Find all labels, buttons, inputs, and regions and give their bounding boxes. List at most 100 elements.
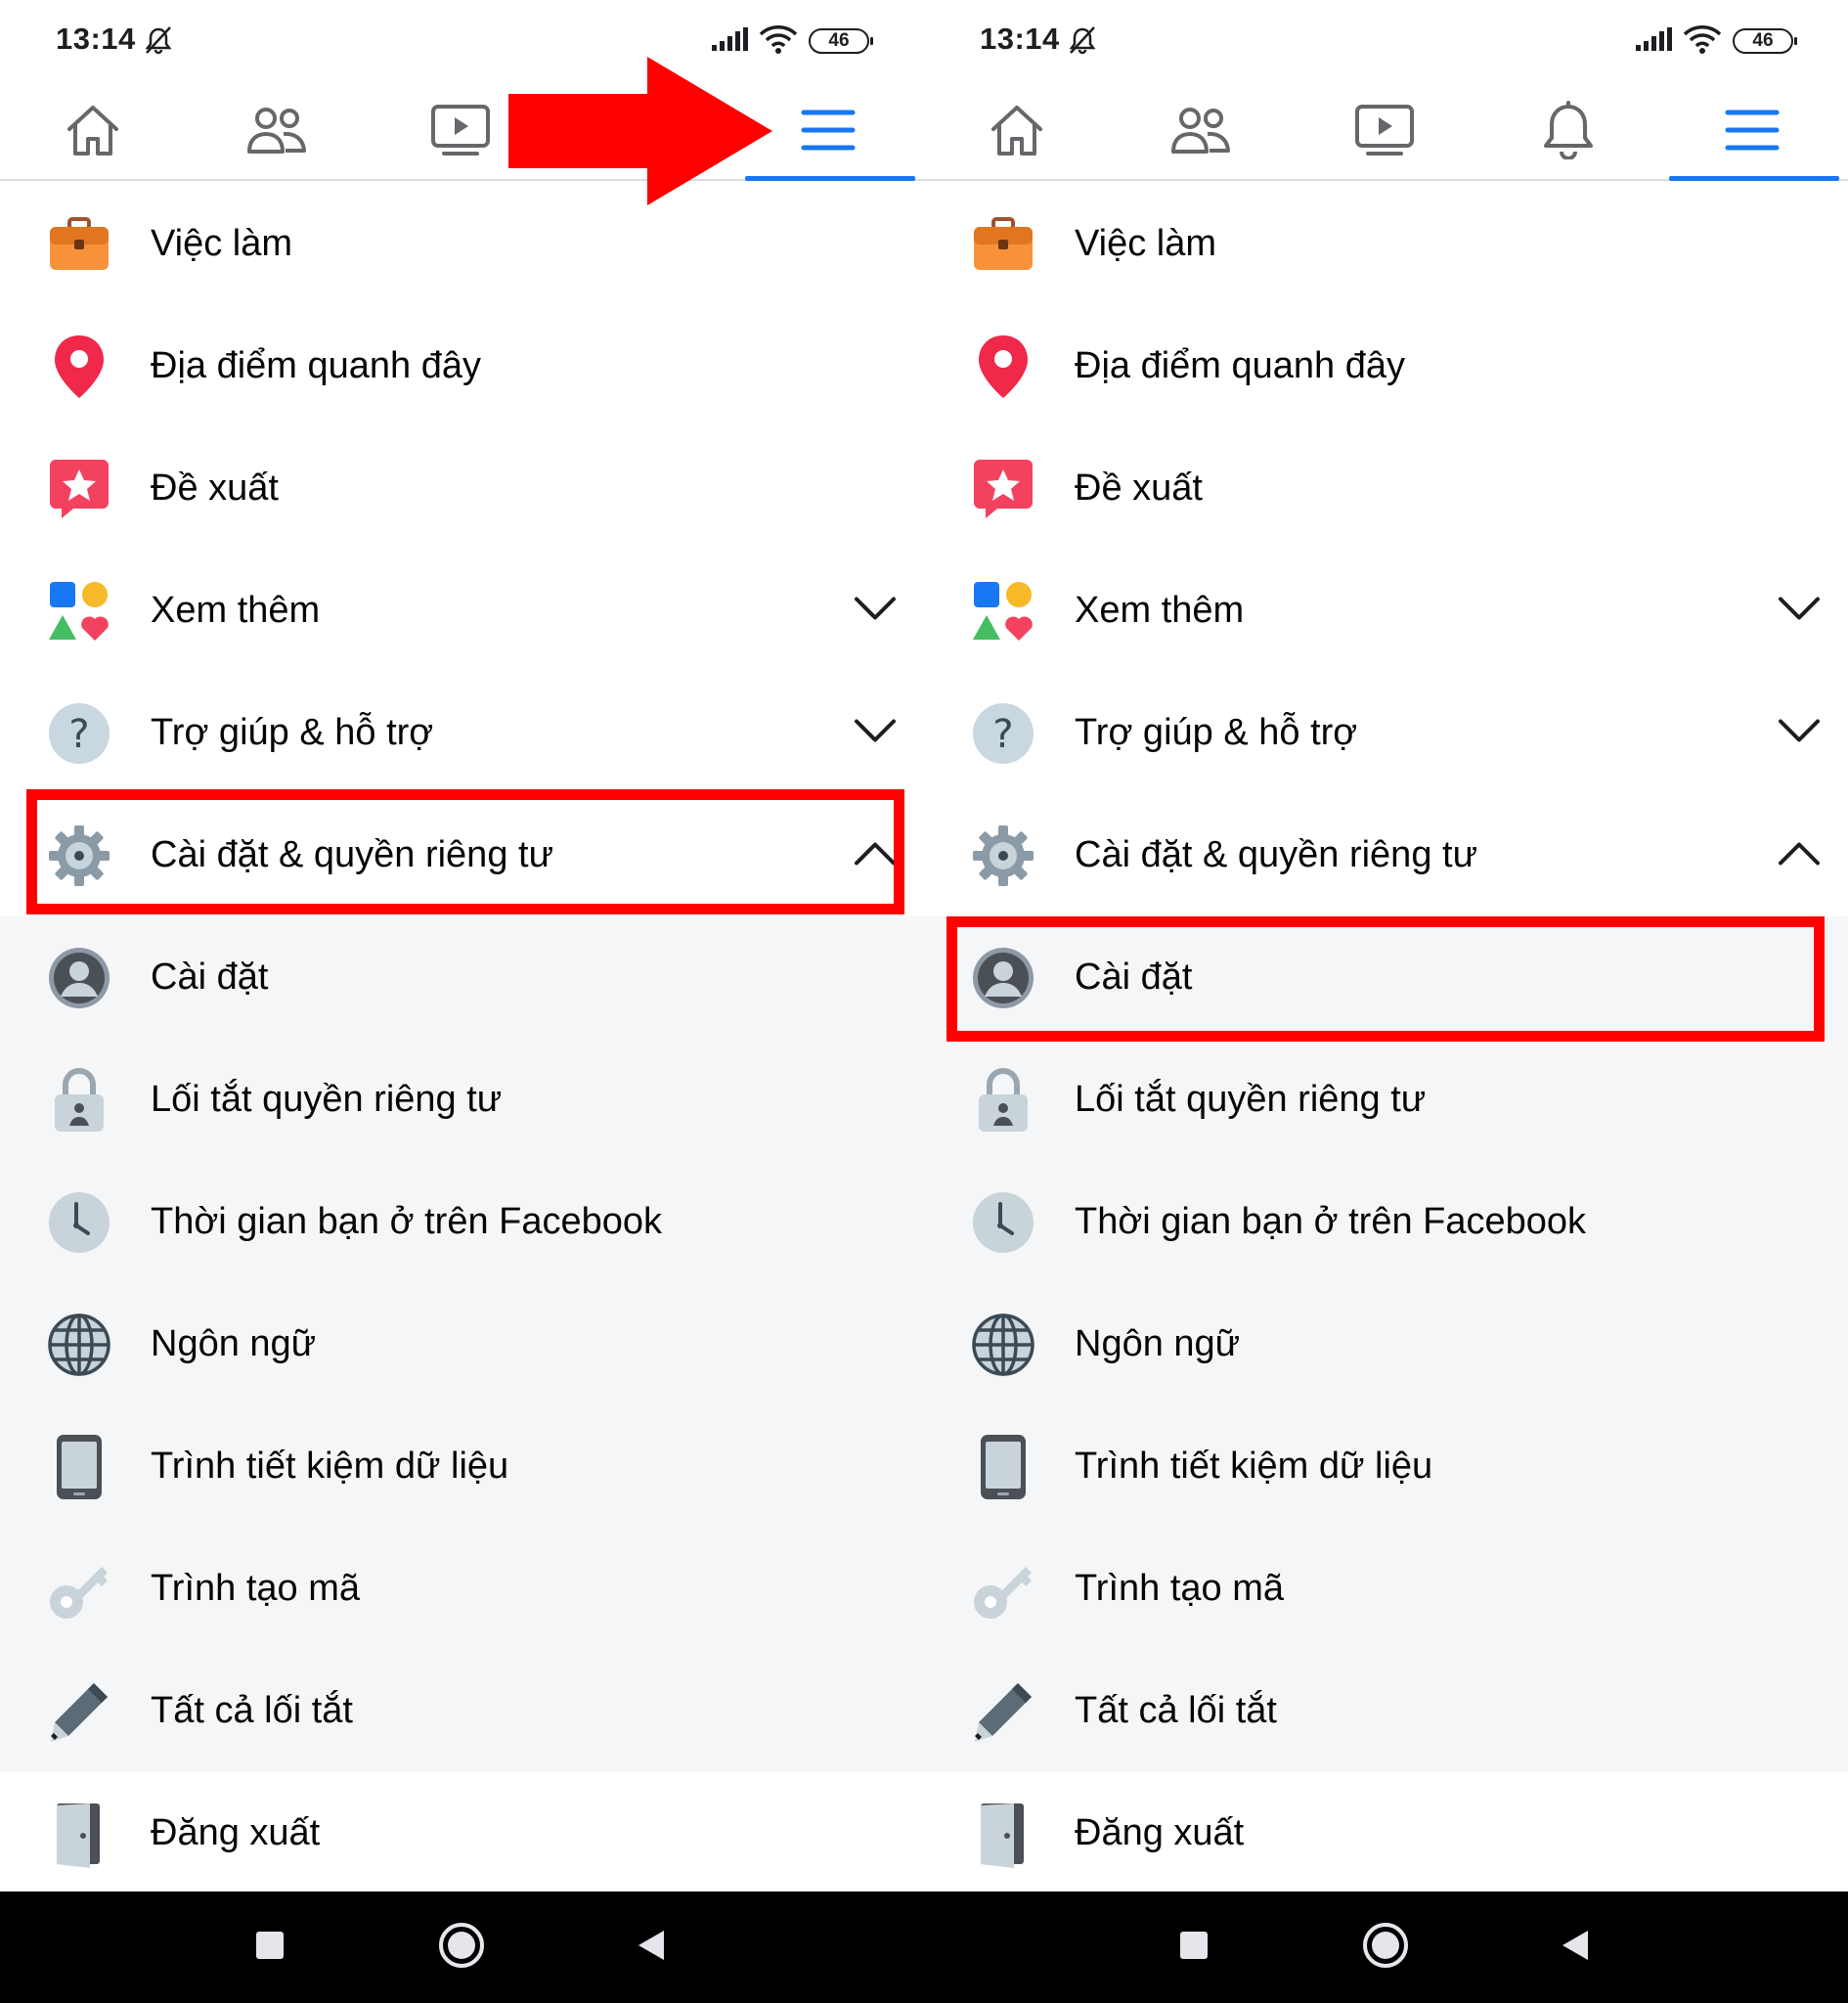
phone-icon [971,1434,1035,1499]
menu-item-code-generator[interactable]: Trình tạo mã [924,1528,1848,1650]
tutorial-screenshot: 13:14 46 Việc làm Địa điểm quanh đây Đề … [0,0,1848,2003]
globe-icon [971,1313,1035,1377]
bell-icon [1541,100,1596,164]
location-pin-icon [47,334,111,399]
square-icon [1179,1931,1209,1965]
chevron-down-icon [1778,596,1821,626]
svg-text:?: ? [992,712,1013,757]
square-icon [255,1931,285,1965]
menu-label: Thời gian bạn ở trên Facebook [1075,1201,1587,1242]
menu-item-help[interactable]: ? Trợ giúp & hỗ trợ [924,672,1848,794]
lock-icon [971,1067,1035,1133]
menu-label: Ngôn ngữ [1075,1323,1241,1364]
top-tab-bar [924,83,1848,181]
help-icon: ? [971,701,1035,766]
recent-apps-button[interactable] [1155,1892,1233,2003]
menu-item-data-saver[interactable]: Trình tiết kiệm dữ liệu [924,1405,1848,1528]
home-icon [64,102,122,163]
back-button[interactable] [612,1892,690,2003]
wifi-icon [759,24,798,59]
menu-item-language[interactable]: Ngôn ngữ [924,1283,1848,1405]
home-tab[interactable] [963,95,1071,169]
menu-label: Trợ giúp & hỗ trợ [1075,712,1358,753]
menu-tab[interactable] [1698,95,1806,169]
friends-tab[interactable] [223,95,330,169]
menu-tab[interactable] [774,95,882,169]
recent-apps-button[interactable] [231,1892,309,2003]
pencil-icon [47,1679,111,1744]
status-bar: 13:14 46 [924,0,1848,83]
menu-list: Việc làm Địa điểm quanh đây Đề xuất Xem … [0,183,924,1892]
menu-item-logout[interactable]: Đăng xuất [0,1772,924,1892]
red-arrow-annotation [508,57,772,205]
menu-item-settings-privacy[interactable]: Cài đặt & quyền riêng tư [924,794,1848,916]
briefcase-icon [971,212,1035,277]
menu-item-help[interactable]: ? Trợ giúp & hỗ trợ [0,672,924,794]
watch-tab[interactable] [407,95,514,169]
signal-icon [1636,27,1673,56]
phone-icon [47,1434,111,1499]
menu-item-nearby[interactable]: Địa điểm quanh đây [924,305,1848,427]
help-icon: ? [47,701,111,766]
menu-label: Lối tắt quyền riêng tư [151,1079,503,1120]
menu-item-privacy-shortcuts[interactable]: Lối tắt quyền riêng tư [0,1039,924,1161]
active-tab-indicator [1669,176,1839,181]
watch-icon [430,103,491,162]
pencil-icon [971,1679,1035,1744]
menu-label: Tất cả lối tắt [151,1690,353,1731]
menu-item-see-more[interactable]: Xem thêm [924,550,1848,672]
menu-label: Đăng xuất [1075,1812,1245,1853]
recommend-star-icon [47,457,111,521]
menu-label: Đăng xuất [151,1812,321,1853]
mute-icon [143,25,174,60]
watch-tab[interactable] [1331,95,1438,169]
shapes-icon [971,579,1035,644]
menu-item-all-shortcuts[interactable]: Tất cả lối tắt [0,1650,924,1772]
home-button[interactable] [1346,1892,1425,2003]
home-tab[interactable] [39,95,147,169]
menu-label: Cài đặt & quyền riêng tư [1075,834,1478,875]
menu-item-time-on-facebook[interactable]: Thời gian bạn ở trên Facebook [0,1161,924,1283]
chevron-up-icon [1778,840,1821,870]
menu-item-code-generator[interactable]: Trình tạo mã [0,1528,924,1650]
menu-item-language[interactable]: Ngôn ngữ [0,1283,924,1405]
menu-item-time-on-facebook[interactable]: Thời gian bạn ở trên Facebook [924,1161,1848,1283]
status-bar: 13:14 46 [0,0,924,83]
menu-item-recommendations[interactable]: Đề xuất [0,427,924,550]
home-button[interactable] [422,1892,501,2003]
watch-icon [1354,103,1415,162]
menu-item-jobs[interactable]: Việc làm [924,183,1848,305]
svg-text:?: ? [68,712,89,757]
menu-label: Xem thêm [151,590,321,631]
menu-label: Đề xuất [1075,467,1203,509]
menu-item-privacy-shortcuts[interactable]: Lối tắt quyền riêng tư [924,1039,1848,1161]
menu-item-all-shortcuts[interactable]: Tất cả lối tắt [924,1650,1848,1772]
menu-item-see-more[interactable]: Xem thêm [0,550,924,672]
battery-indicator: 46 [1733,28,1797,54]
menu-label: Trình tiết kiệm dữ liệu [151,1446,509,1487]
signal-icon [712,27,749,56]
menu-label: Tất cả lối tắt [1075,1690,1277,1731]
key-icon [47,1557,111,1622]
menu-item-settings[interactable]: Cài đặt [0,916,924,1039]
menu-icon [1725,108,1780,157]
home-icon [988,102,1046,163]
friends-icon [246,105,307,160]
menu-item-logout[interactable]: Đăng xuất [924,1772,1848,1892]
clock-icon [47,1190,111,1255]
key-icon [971,1557,1035,1622]
menu-item-nearby[interactable]: Địa điểm quanh đây [0,305,924,427]
back-button[interactable] [1536,1892,1614,2003]
menu-item-recommendations[interactable]: Đề xuất [924,427,1848,550]
menu-label: Việc làm [1075,223,1217,264]
menu-item-data-saver[interactable]: Trình tiết kiệm dữ liệu [0,1405,924,1528]
mute-icon [1067,25,1098,60]
menu-label: Việc làm [151,223,293,264]
left-phone-screen: 13:14 46 Việc làm Địa điểm quanh đây Đề … [0,0,924,1892]
chevron-down-icon [1778,718,1821,748]
notifications-tab[interactable] [1515,95,1622,169]
status-time: 13:14 [56,22,136,56]
friends-tab[interactable] [1147,95,1254,169]
triangle-back-icon [1561,1929,1590,1967]
menu-item-jobs[interactable]: Việc làm [0,183,924,305]
